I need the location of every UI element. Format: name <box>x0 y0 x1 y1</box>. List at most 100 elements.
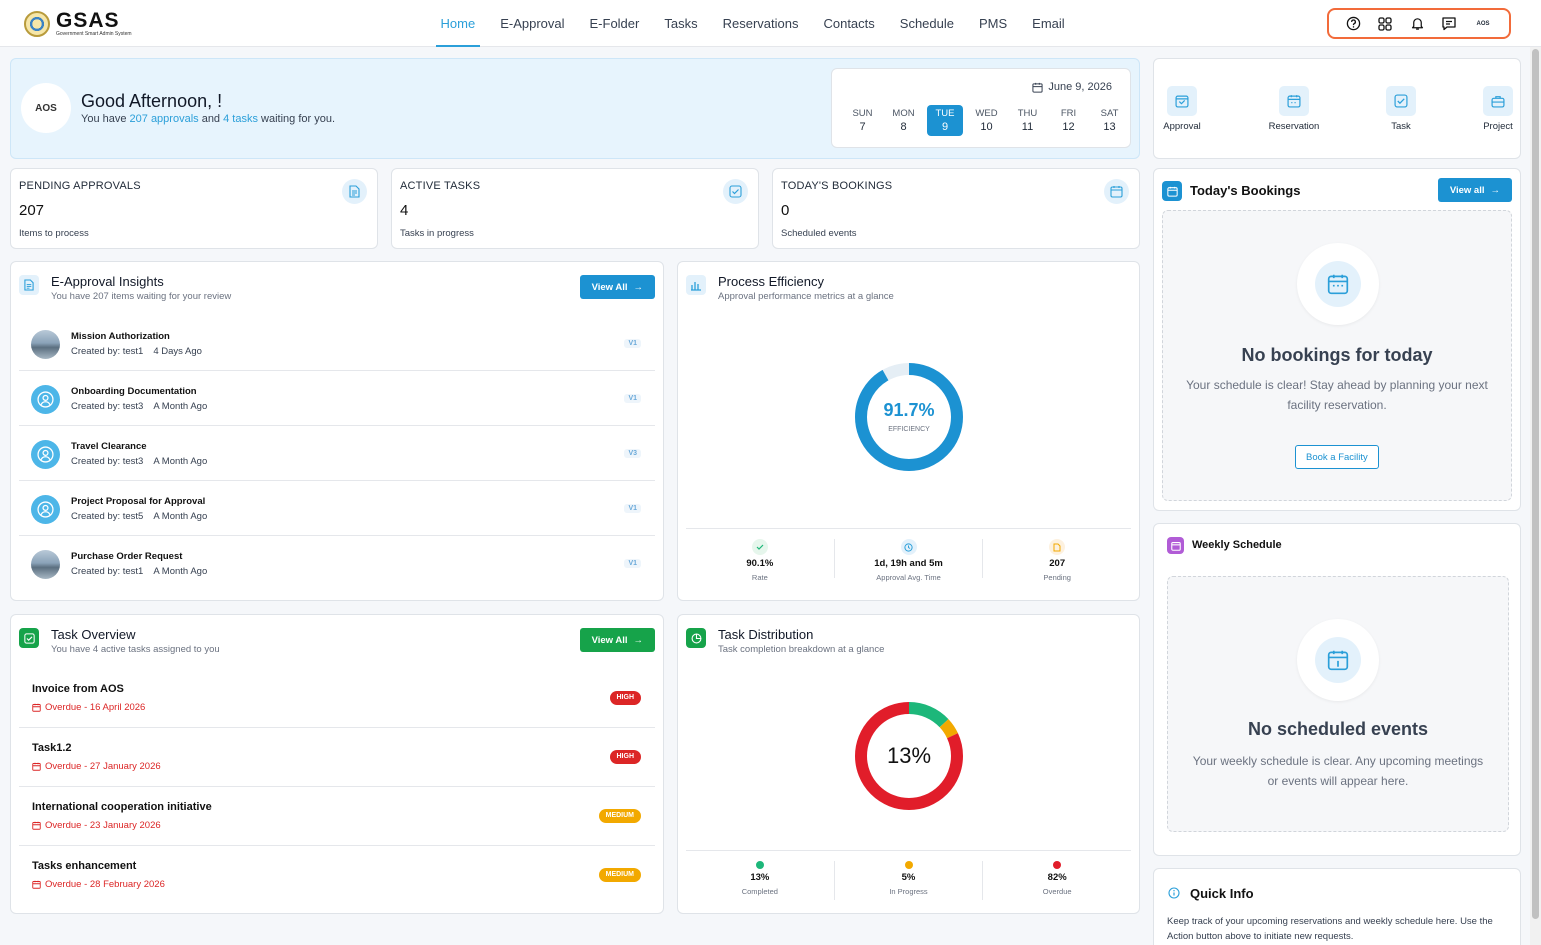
day-mon[interactable]: MON 8 <box>883 105 924 136</box>
quick-action-reservation[interactable]: Reservation <box>1262 86 1326 132</box>
stat-value: 0 <box>781 202 790 219</box>
day-sat[interactable]: SAT 13 <box>1089 105 1130 136</box>
bell-icon[interactable] <box>1408 15 1426 33</box>
greeting-subtitle: You have 207 approvals and 4 tasks waiti… <box>81 113 335 125</box>
metric-value: 1d, 19h and 5m <box>874 558 943 569</box>
quick-action-label: Reservation <box>1268 121 1320 132</box>
nav-tasks[interactable]: Tasks <box>652 0 710 47</box>
item-title: Mission Authorization <box>71 331 170 342</box>
logo-subtitle: Government Smart Admin System <box>56 31 132 37</box>
task-row[interactable]: International cooperation initiative Ove… <box>19 787 655 846</box>
version-badge: V1 <box>624 504 641 513</box>
nav-home[interactable]: Home <box>428 0 488 47</box>
app-logo[interactable]: GSAS Government Smart Admin System <box>24 10 132 37</box>
legend-completed: 13% Completed <box>686 861 835 900</box>
metric-label: Rate <box>751 573 768 582</box>
avatar <box>31 550 60 579</box>
weekly-empty-state: No scheduled events Your weekly schedule… <box>1167 576 1509 832</box>
metric-avg-time: 1d, 19h and 5m Approval Avg. Time <box>835 539 984 582</box>
quick-action-task[interactable]: Task <box>1384 86 1418 132</box>
nav-reservations[interactable]: Reservations <box>710 0 811 47</box>
calendar-icon <box>1032 82 1043 93</box>
version-badge: V1 <box>624 394 641 403</box>
priority-badge: MEDIUM <box>598 809 641 823</box>
day-tue[interactable]: TUE 9 <box>927 105 963 136</box>
task-row[interactable]: Task1.2 Overdue - 27 January 2026 HIGH <box>19 728 655 787</box>
stat-active-tasks[interactable]: ACTIVE TASKS 4 Tasks in progress <box>391 168 759 249</box>
checkbox-icon <box>723 179 748 204</box>
day-number: 7 <box>859 121 866 133</box>
quick-action-approval[interactable]: Approval <box>1162 86 1202 132</box>
item-time: 4 Days Ago <box>153 346 202 357</box>
day-sun[interactable]: SUN 7 <box>842 105 883 136</box>
book-facility-button[interactable]: Book a Facility <box>1295 445 1379 469</box>
header-tools: AOS <box>1327 8 1511 39</box>
tasks-view-all-button[interactable]: View All → <box>579 628 655 652</box>
day-name: TUE <box>935 108 955 119</box>
main-nav: Home E-Approval E-Folder Tasks Reservati… <box>428 0 1077 47</box>
empty-illustration <box>1297 243 1379 325</box>
empty-text: Your schedule is clear! Stay ahead by pl… <box>1186 378 1488 412</box>
nav-e-approval[interactable]: E-Approval <box>488 0 577 47</box>
approvals-view-all-button[interactable]: View All → <box>579 275 655 299</box>
quick-info-panel: Quick Info Keep track of your upcoming r… <box>1153 868 1521 945</box>
stat-label: PENDING APPROVALS <box>19 180 141 192</box>
panel-subtitle: You have 207 items waiting for your revi… <box>51 291 232 302</box>
bookings-view-all-button[interactable]: View all → <box>1437 178 1512 202</box>
calendar-icon <box>32 762 41 771</box>
day-number: 11 <box>1021 121 1034 133</box>
nav-email[interactable]: Email <box>1020 0 1078 47</box>
calendar-icon <box>1315 261 1361 307</box>
logo-title: GSAS <box>56 9 120 32</box>
approvals-link[interactable]: 207 approvals <box>130 113 199 125</box>
nav-contacts[interactable]: Contacts <box>811 0 887 47</box>
item-meta: Created by: test3 A Month Ago <box>71 401 217 412</box>
nav-schedule[interactable]: Schedule <box>887 0 966 47</box>
greeting-text-suffix: waiting for you. <box>257 113 336 125</box>
greeting-text-prefix: You have <box>81 113 130 125</box>
page-scrollbar-thumb[interactable] <box>1532 49 1539 919</box>
panel-subtitle: Task completion breakdown at a glance <box>718 644 885 655</box>
task-title: International cooperation initiative <box>32 801 212 813</box>
list-item[interactable]: Project Proposal for Approval Created by… <box>19 481 655 536</box>
task-row[interactable]: Tasks enhancement Overdue - 28 February … <box>19 846 655 905</box>
arrow-right-icon: → <box>633 634 644 646</box>
task-title: Invoice from AOS <box>32 683 124 695</box>
calendar-day-icon <box>1315 637 1361 683</box>
completed-dot <box>755 861 764 869</box>
panel-title: Task Overview <box>51 627 136 642</box>
quick-action-project[interactable]: Project <box>1478 86 1518 132</box>
task-row[interactable]: Invoice from AOS Overdue - 16 April 2026… <box>19 669 655 728</box>
calendar-icon <box>1104 179 1129 204</box>
day-fri[interactable]: FRI 12 <box>1048 105 1089 136</box>
list-item[interactable]: Mission Authorization Created by: test1 4… <box>19 316 655 371</box>
calendar-week-icon <box>1167 537 1184 554</box>
version-badge: V1 <box>624 339 641 348</box>
stat-pending-approvals[interactable]: PENDING APPROVALS 207 Items to process <box>10 168 378 249</box>
day-name: FRI <box>1060 108 1077 119</box>
day-name: SUN <box>852 108 873 119</box>
chat-icon[interactable] <box>1440 15 1458 33</box>
day-number: 12 <box>1062 121 1075 133</box>
stat-label: TODAY'S BOOKINGS <box>781 180 893 192</box>
nav-e-folder[interactable]: E-Folder <box>577 0 652 47</box>
day-wed[interactable]: WED 10 <box>966 105 1007 136</box>
list-item[interactable]: Purchase Order Request Created by: test1… <box>19 536 655 591</box>
day-thu[interactable]: THU 11 <box>1007 105 1048 136</box>
apps-grid-icon[interactable] <box>1376 15 1394 33</box>
tasks-link[interactable]: 4 tasks <box>223 113 258 125</box>
calendar-icon <box>32 880 41 889</box>
item-time: A Month Ago <box>153 401 208 412</box>
task-due-text: Overdue - 16 April 2026 <box>45 702 146 713</box>
user-avatar[interactable]: AOS <box>1472 15 1494 33</box>
item-time: A Month Ago <box>153 566 208 577</box>
list-item[interactable]: Onboarding Documentation Created by: tes… <box>19 371 655 426</box>
panel-title: Today's Bookings <box>1190 183 1301 198</box>
help-icon[interactable] <box>1344 15 1362 33</box>
legend-in-progress: 5% In Progress <box>835 861 984 900</box>
list-item[interactable]: Travel Clearance Created by: test3 A Mont… <box>19 426 655 481</box>
task-due: Overdue - 28 February 2026 <box>32 879 165 890</box>
efficiency-label: EFFICIENCY <box>888 426 930 433</box>
nav-pms[interactable]: PMS <box>967 0 1020 47</box>
stat-todays-bookings[interactable]: TODAY'S BOOKINGS 0 Scheduled events <box>772 168 1140 249</box>
